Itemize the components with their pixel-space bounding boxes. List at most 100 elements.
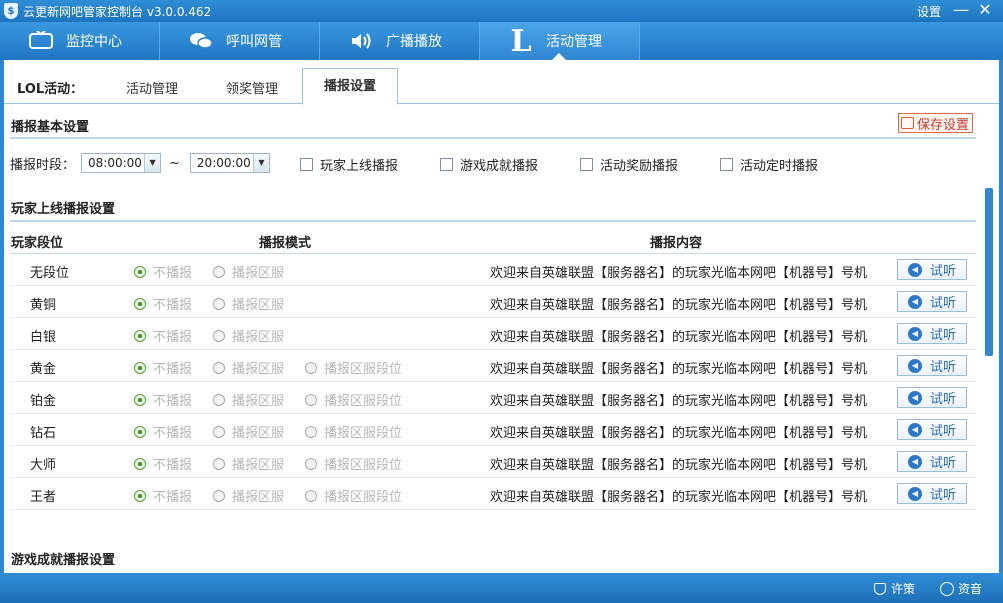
status-item-right[interactable]: 资音 xyxy=(940,580,982,597)
status-item-left[interactable]: 许策 xyxy=(874,580,915,597)
radio-dot[interactable] xyxy=(134,457,146,470)
tab-broadcast[interactable]: 广播播放 xyxy=(320,22,480,60)
chevron-down-icon[interactable]: ▼ xyxy=(252,154,269,172)
close-icon[interactable]: ✕ xyxy=(975,0,995,20)
radio-dot[interactable] xyxy=(213,329,225,342)
mode-radio-1[interactable]: 播报区服 xyxy=(213,454,284,473)
tab-activity-management[interactable]: L 活动管理 xyxy=(480,22,640,60)
mode-radio-1[interactable]: 播报区服 xyxy=(213,422,284,441)
radio-dot[interactable] xyxy=(134,297,146,310)
radio-dot[interactable] xyxy=(305,425,317,438)
radio-label: 播报区服 xyxy=(232,426,285,441)
radio-dot[interactable] xyxy=(213,393,225,406)
mode-radio-0[interactable]: 不播报 xyxy=(134,262,192,281)
radio-dot[interactable] xyxy=(305,489,317,502)
table-row: 王者 不播报 播报区服 播报区服段位 欢迎来自英雄联盟【服务器名】的玩家光临本网吧【机器… xyxy=(10,478,976,510)
checkbox-game-achievement[interactable]: 游戏成就播报 xyxy=(440,155,538,174)
subtab-prize-management[interactable]: 领奖管理 xyxy=(226,78,278,97)
radio-dot[interactable] xyxy=(134,329,146,342)
radio-label: 播报区服段位 xyxy=(324,362,403,377)
listen-button[interactable]: ◀ 试听 xyxy=(897,355,967,376)
table-row: 黄铜 不播报 播报区服 欢迎来自英雄联盟【服务器名】的玩家光临本网吧【机器号】号机 ◀ 试… xyxy=(10,286,976,318)
radio-dot[interactable] xyxy=(134,265,146,278)
subtab-broadcast-settings[interactable]: 播报设置 xyxy=(302,68,398,105)
tab-label: 呼叫网管 xyxy=(226,34,282,50)
mode-radio-1[interactable]: 播报区服 xyxy=(213,326,284,345)
mode-radio-0[interactable]: 不播报 xyxy=(134,422,192,441)
radio-dot[interactable] xyxy=(213,425,225,438)
listen-label: 试听 xyxy=(929,296,956,311)
listen-button[interactable]: ◀ 试听 xyxy=(897,483,967,504)
mode-radio-0[interactable]: 不播报 xyxy=(134,326,192,345)
mode-radio-2[interactable]: 播报区服段位 xyxy=(305,358,402,377)
radio-label: 播报区服 xyxy=(232,298,285,313)
mode-radio-0[interactable]: 不播报 xyxy=(134,294,192,313)
checkbox-box[interactable] xyxy=(580,158,593,171)
radio-dot[interactable] xyxy=(134,393,146,406)
listen-button[interactable]: ◀ 试听 xyxy=(897,451,967,472)
mode-radio-0[interactable]: 不播报 xyxy=(134,454,192,473)
shield-icon xyxy=(874,582,886,595)
checkbox-box[interactable] xyxy=(300,158,313,171)
mode-radio-1[interactable]: 播报区服 xyxy=(213,390,284,409)
broadcast-message: 欢迎来自英雄联盟【服务器名】的玩家光临本网吧【机器号】号机 xyxy=(490,458,868,473)
mode-radio-1[interactable]: 播报区服 xyxy=(213,486,284,505)
checkbox-box[interactable] xyxy=(720,158,733,171)
tab-call-admin[interactable]: 呼叫网管 xyxy=(160,22,320,60)
mode-radio-0[interactable]: 不播报 xyxy=(134,358,192,377)
tab-monitor-center[interactable]: 监控中心 xyxy=(0,22,160,60)
checkbox-activity-scheduled[interactable]: 活动定时播报 xyxy=(720,155,818,174)
listen-button[interactable]: ◀ 试听 xyxy=(897,291,967,312)
online-settings-title: 玩家上线播报设置 xyxy=(11,202,116,217)
time-label: 播报时段： xyxy=(10,157,76,173)
tab-label: 广播播放 xyxy=(386,34,442,50)
table-row: 大师 不播报 播报区服 播报区服段位 欢迎来自英雄联盟【服务器名】的玩家光临本网吧【机器… xyxy=(10,446,976,478)
radio-dot[interactable] xyxy=(213,265,225,278)
checkbox-box[interactable] xyxy=(440,158,453,171)
rank-label: 无段位 xyxy=(30,266,70,281)
checkbox-activity-reward[interactable]: 活动奖励播报 xyxy=(580,155,678,174)
listen-label: 试听 xyxy=(929,264,956,279)
listen-button[interactable]: ◀ 试听 xyxy=(897,387,967,408)
end-time-select[interactable]: 20:00:00 ▼ xyxy=(189,153,270,173)
radio-dot[interactable] xyxy=(213,457,225,470)
save-label: 保存设置 xyxy=(916,117,969,133)
basic-settings-title: 播报基本设置 xyxy=(11,120,90,135)
chevron-down-icon[interactable]: ▼ xyxy=(144,154,161,172)
radio-dot[interactable] xyxy=(305,393,317,406)
listen-button[interactable]: ◀ 试听 xyxy=(897,323,967,344)
speaker-icon: ◀ xyxy=(907,326,922,341)
speaker-icon: ◀ xyxy=(907,358,922,373)
mode-radio-2[interactable]: 播报区服段位 xyxy=(305,422,402,441)
subtab-activity-management[interactable]: 活动管理 xyxy=(126,78,178,97)
vertical-scrollbar[interactable] xyxy=(985,188,993,356)
minimize-icon[interactable]: — xyxy=(951,0,971,20)
mode-radio-2[interactable]: 播报区服段位 xyxy=(305,454,402,473)
mode-radio-2[interactable]: 播报区服段位 xyxy=(305,390,402,409)
radio-dot[interactable] xyxy=(134,489,146,502)
mode-radio-0[interactable]: 不播报 xyxy=(134,486,192,505)
broadcast-message: 欢迎来自英雄联盟【服务器名】的玩家光临本网吧【机器号】号机 xyxy=(490,330,868,345)
radio-dot[interactable] xyxy=(305,457,317,470)
settings-link[interactable]: 设置 xyxy=(917,3,941,20)
listen-button[interactable]: ◀ 试听 xyxy=(897,419,967,440)
checkbox-player-online[interactable]: 玩家上线播报 xyxy=(300,155,398,174)
start-time-select[interactable]: 08:00:00 ▼ xyxy=(81,153,162,173)
save-settings-button[interactable]: 保存设置 xyxy=(897,113,973,133)
radio-dot[interactable] xyxy=(134,425,146,438)
radio-dot[interactable] xyxy=(134,361,146,374)
radio-dot[interactable] xyxy=(213,361,225,374)
mode-radio-2[interactable]: 播报区服段位 xyxy=(305,486,402,505)
mode-radio-0[interactable]: 不播报 xyxy=(134,390,192,409)
radio-dot[interactable] xyxy=(213,489,225,502)
radio-dot[interactable] xyxy=(305,361,317,374)
radio-dot[interactable] xyxy=(213,297,225,310)
mode-radio-1[interactable]: 播报区服 xyxy=(213,262,284,281)
broadcast-time-row: 播报时段： 08:00:00 ▼ ~ 20:00:00 ▼ 玩家上线播报 游戏成… xyxy=(10,152,970,174)
listen-button[interactable]: ◀ 试听 xyxy=(897,259,967,280)
audio-icon xyxy=(940,581,954,596)
mode-radio-1[interactable]: 播报区服 xyxy=(213,294,284,313)
broadcast-message: 欢迎来自英雄联盟【服务器名】的玩家光临本网吧【机器号】号机 xyxy=(490,266,868,281)
mode-radio-1[interactable]: 播报区服 xyxy=(213,358,284,377)
divider xyxy=(10,220,976,222)
